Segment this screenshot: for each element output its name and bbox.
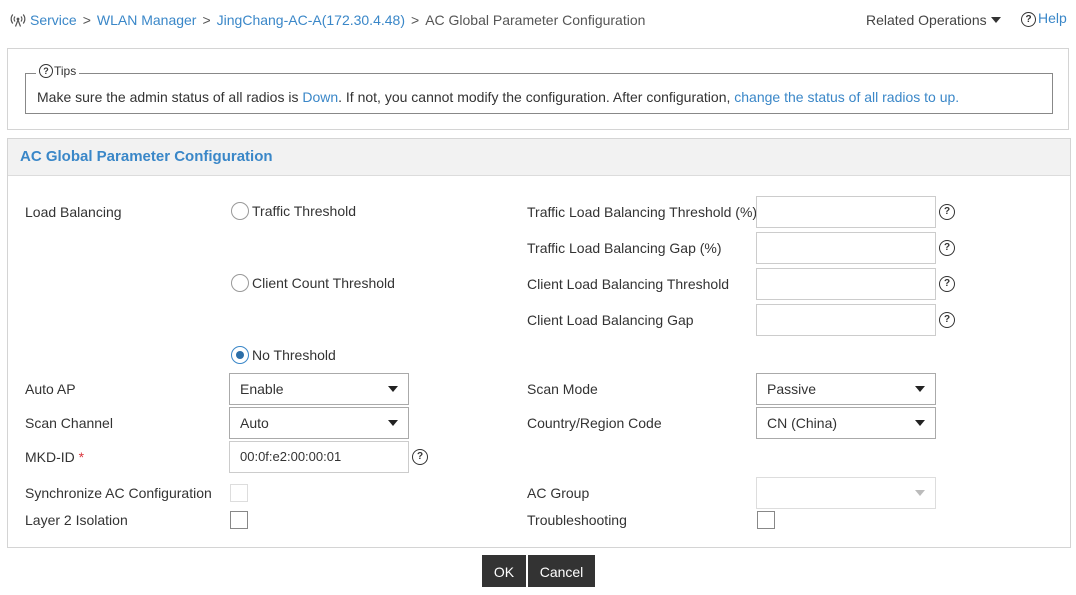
scan-mode-value: Passive [767,381,817,397]
radio-no-threshold[interactable]: No Threshold [231,346,336,364]
country-code-select[interactable]: CN (China) [756,407,936,439]
tips-legend: ? Tips [36,64,80,78]
tips-text-part-1: Make sure the admin status of all radios… [37,89,303,105]
mkd-id-label: MKD-ID * [25,449,84,465]
scan-channel-label: Scan Channel [25,415,113,431]
mkd-id-input[interactable]: 00:0f:e2:00:00:01 [229,441,409,473]
country-code-label: Country/Region Code [527,415,662,431]
panel-title: AC Global Parameter Configuration [20,148,273,165]
caret-down-icon [990,17,1001,23]
breadcrumb-ac-link[interactable]: JingChang-AC-A(172.30.4.48) [217,12,405,28]
radio-client-count-threshold[interactable]: Client Count Threshold [231,274,395,292]
client-threshold-label: Client Load Balancing Threshold [527,276,730,292]
dropdown-arrow-icon [915,490,925,496]
traffic-gap-input[interactable] [756,232,936,264]
tips-message: Make sure the admin status of all radios… [37,89,959,105]
scan-channel-value: Auto [240,415,269,431]
question-circle-icon: ? [39,64,53,78]
dropdown-arrow-icon [915,420,925,426]
related-operations-menu[interactable]: Related Operations [866,12,1001,28]
radio-traffic-threshold[interactable]: Traffic Threshold [231,202,356,220]
cancel-button[interactable]: Cancel [528,555,595,587]
breadcrumb-separator: > [202,12,211,28]
traffic-threshold-input[interactable] [756,196,936,228]
load-balancing-label: Load Balancing [25,204,122,220]
tips-down-link[interactable]: Down [302,89,338,105]
scan-mode-label: Scan Mode [527,381,598,397]
question-circle-icon[interactable]: ? [939,204,955,220]
change-radio-status-link[interactable]: change the status of all radios to up. [734,89,959,105]
wireless-signal-icon [10,13,26,27]
country-code-value: CN (China) [767,415,838,431]
radio-label: Traffic Threshold [252,203,357,219]
mkd-id-label-text: MKD-ID [25,449,75,465]
help-link[interactable]: ? Help [1021,10,1067,27]
traffic-gap-label: Traffic Load Balancing Gap (%) [527,240,722,256]
breadcrumb-wlan-manager-link[interactable]: WLAN Manager [97,12,197,28]
traffic-threshold-label: Traffic Load Balancing Threshold (%) [527,204,758,220]
radio-label: Client Count Threshold [252,275,395,291]
question-circle-icon[interactable]: ? [412,449,428,465]
question-circle-icon: ? [1021,12,1036,27]
dropdown-arrow-icon [388,420,398,426]
breadcrumb-separator: > [411,12,420,28]
layer2-isolation-checkbox[interactable] [230,511,248,529]
dropdown-arrow-icon [915,386,925,392]
client-gap-label: Client Load Balancing Gap [527,312,694,328]
radio-button[interactable] [231,202,249,220]
help-label: Help [1038,10,1067,26]
auto-ap-label: Auto AP [25,381,76,397]
sync-ac-label: Synchronize AC Configuration [25,485,212,501]
ac-group-select[interactable] [756,477,936,509]
ac-group-label: AC Group [527,485,590,501]
ok-button[interactable]: OK [482,555,526,587]
auto-ap-value: Enable [240,381,284,397]
auto-ap-select[interactable]: Enable [229,373,409,405]
radio-button[interactable] [231,274,249,292]
breadcrumb-separator: > [82,12,91,28]
radio-label: No Threshold [252,347,336,363]
dropdown-arrow-icon [388,386,398,392]
radio-button-selected[interactable] [231,346,249,364]
client-threshold-input[interactable] [756,268,936,300]
required-marker: * [78,449,85,465]
related-operations-label: Related Operations [866,12,987,28]
breadcrumb-current: AC Global Parameter Configuration [425,12,646,28]
troubleshooting-label: Troubleshooting [527,512,627,528]
breadcrumb: Service > WLAN Manager > JingChang-AC-A(172.… [10,12,645,28]
scan-channel-select[interactable]: Auto [229,407,409,439]
troubleshooting-checkbox[interactable] [757,511,775,529]
breadcrumb-service-link[interactable]: Service [30,12,77,28]
sync-ac-checkbox[interactable] [230,484,248,502]
tips-text-part-2: . If not, you cannot modify the configur… [338,89,735,105]
question-circle-icon[interactable]: ? [939,240,955,256]
tips-title: Tips [54,64,77,78]
layer2-isolation-label: Layer 2 Isolation [25,512,128,528]
scan-mode-select[interactable]: Passive [756,373,936,405]
question-circle-icon[interactable]: ? [939,312,955,328]
client-gap-input[interactable] [756,304,936,336]
question-circle-icon[interactable]: ? [939,276,955,292]
